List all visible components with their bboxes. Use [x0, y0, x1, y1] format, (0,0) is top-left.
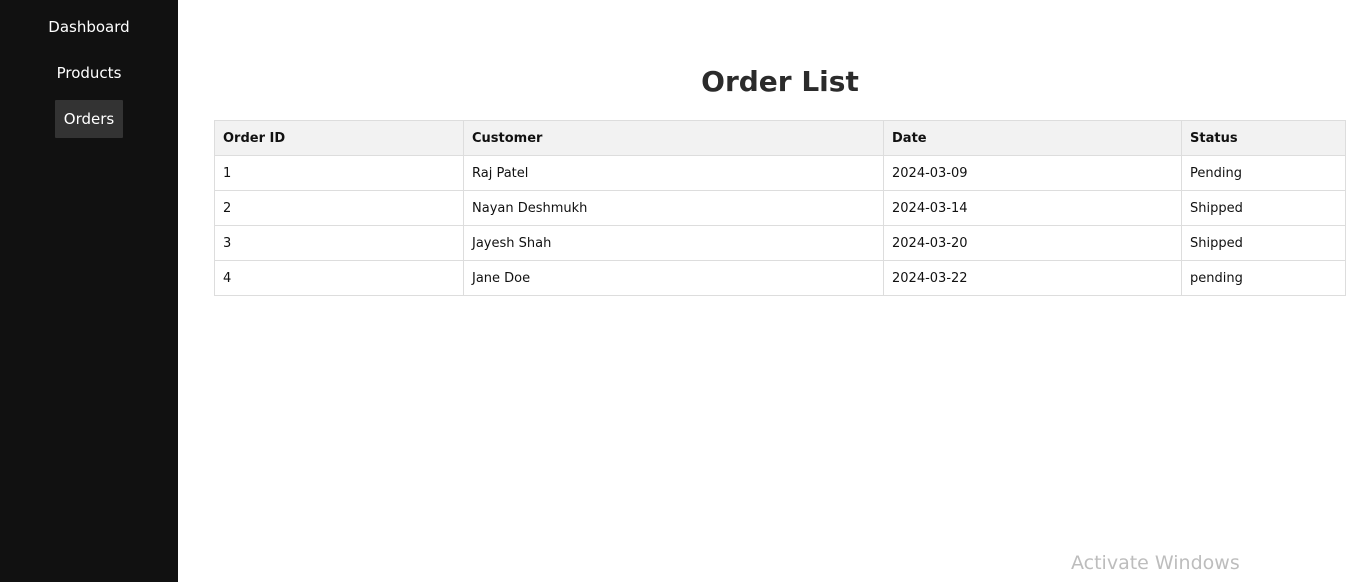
- cell-status: Pending: [1181, 155, 1346, 191]
- table-row: 2 Nayan Deshmukh 2024-03-14 Shipped: [214, 190, 1346, 226]
- cell-status: Shipped: [1181, 190, 1346, 226]
- column-header-date: Date: [883, 120, 1182, 156]
- cell-customer: Jayesh Shah: [463, 225, 884, 261]
- cell-customer: Nayan Deshmukh: [463, 190, 884, 226]
- sidebar-item-orders[interactable]: Orders: [54, 100, 124, 138]
- cell-customer: Jane Doe: [463, 260, 884, 296]
- sidebar-nav: Dashboard Products Orders: [0, 0, 178, 146]
- sidebar: Dashboard Products Orders: [0, 0, 178, 582]
- table-row: 1 Raj Patel 2024-03-09 Pending: [214, 155, 1346, 191]
- activate-windows-watermark: Activate Windows: [1071, 552, 1240, 574]
- cell-customer: Raj Patel: [463, 155, 884, 191]
- cell-order-id: 4: [214, 260, 464, 296]
- cell-status: Shipped: [1181, 225, 1346, 261]
- sidebar-item-products[interactable]: Products: [48, 54, 131, 92]
- page-title: Order List: [701, 65, 859, 98]
- cell-date: 2024-03-14: [883, 190, 1182, 226]
- column-header-customer: Customer: [463, 120, 884, 156]
- table-header-row: Order ID Customer Date Status: [214, 120, 1346, 156]
- column-header-order-id: Order ID: [214, 120, 464, 156]
- app-window: Dashboard Products Orders Order List Ord…: [0, 0, 1364, 582]
- table-row: 3 Jayesh Shah 2024-03-20 Shipped: [214, 225, 1346, 261]
- orders-table: Order ID Customer Date Status 1 Raj Pate…: [214, 120, 1346, 296]
- cell-date: 2024-03-22: [883, 260, 1182, 296]
- sidebar-item-dashboard[interactable]: Dashboard: [39, 8, 138, 46]
- cell-date: 2024-03-20: [883, 225, 1182, 261]
- cell-order-id: 2: [214, 190, 464, 226]
- cell-status: pending: [1181, 260, 1346, 296]
- table-row: 4 Jane Doe 2024-03-22 pending: [214, 260, 1346, 296]
- main-content: Order List Order ID Customer Date Status…: [178, 0, 1364, 582]
- cell-order-id: 3: [214, 225, 464, 261]
- cell-order-id: 1: [214, 155, 464, 191]
- cell-date: 2024-03-09: [883, 155, 1182, 191]
- column-header-status: Status: [1181, 120, 1346, 156]
